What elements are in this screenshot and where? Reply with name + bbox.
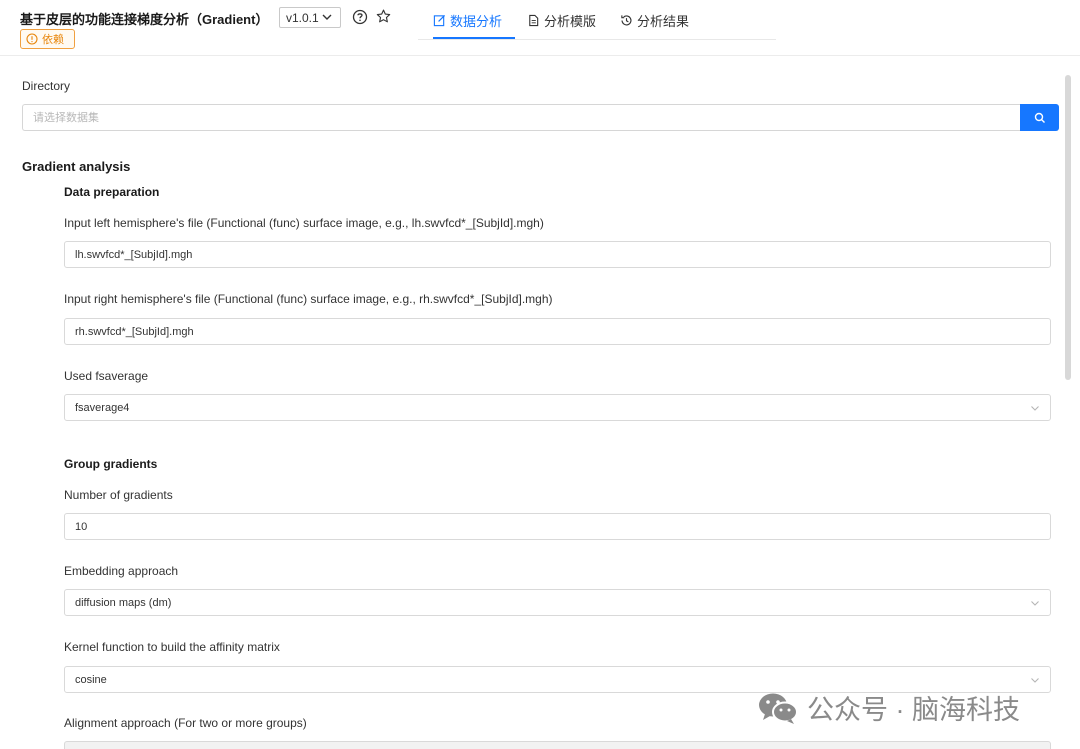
group-gradients-heading: Group gradients	[64, 457, 158, 471]
search-button[interactable]	[1020, 104, 1059, 131]
header-bar: 基于皮层的功能连接梯度分析（Gradient） v1.0.1 依赖 数据分析 分…	[0, 0, 1080, 56]
fsaverage-label: Used fsaverage	[64, 369, 149, 383]
directory-search	[22, 104, 1059, 131]
field-value: cosine	[75, 673, 107, 686]
info-circle-icon	[26, 33, 38, 45]
dependency-label: 依赖	[42, 34, 64, 46]
embedding-label: Embedding approach	[64, 564, 179, 578]
dependency-badge[interactable]: 依赖	[20, 29, 75, 49]
field-value: rh.swvfcd*_[SubjId].mgh	[75, 325, 194, 338]
file-icon	[529, 14, 539, 27]
chevron-down-icon	[1031, 406, 1039, 411]
chevron-down-icon	[1031, 601, 1039, 606]
num-gradients-label: Number of gradients	[64, 488, 173, 502]
gradient-analysis-heading: Gradient analysis	[22, 159, 131, 174]
alignment-select[interactable]	[64, 741, 1051, 749]
field-value: lh.swvfcd*_[SubjId].mgh	[75, 248, 193, 261]
tab-analysis-results[interactable]: 分析结果	[620, 11, 689, 30]
star-icon[interactable]	[375, 8, 392, 25]
dataset-search-input[interactable]	[22, 104, 1021, 131]
chevron-down-icon	[322, 14, 332, 20]
chevron-down-icon	[1031, 678, 1039, 683]
field-value: diffusion maps (dm)	[75, 596, 172, 609]
active-tab-indicator	[433, 37, 515, 39]
search-icon	[1034, 112, 1045, 123]
scrollbar[interactable]	[1065, 75, 1071, 380]
tab-bar: 数据分析 分析模版 分析结果	[418, 0, 776, 40]
field-value: 10	[75, 520, 88, 533]
left-hemisphere-label: Input left hemisphere's file (Functional…	[64, 216, 544, 230]
tab-label: 分析结果	[637, 14, 690, 29]
version-select[interactable]: v1.0.1	[279, 7, 341, 28]
tab-label: 分析模版	[544, 14, 597, 29]
tab-label: 数据分析	[450, 14, 503, 29]
watermark: 公众号 · 脑海科技	[757, 688, 1020, 727]
alignment-label: Alignment approach (For two or more grou…	[64, 716, 307, 730]
field-value: fsaverage4	[75, 401, 130, 414]
watermark-text: 公众号 · 脑海科技	[807, 695, 1020, 725]
kernel-label: Kernel function to build the affinity ma…	[64, 640, 280, 654]
history-icon	[621, 15, 632, 26]
num-gradients-input[interactable]: 10	[64, 513, 1051, 540]
tab-analysis-template[interactable]: 分析模版	[527, 11, 596, 30]
data-preparation-heading: Data preparation	[64, 185, 160, 199]
right-hemisphere-label: Input right hemisphere's file (Functiona…	[64, 292, 553, 306]
wechat-icon	[759, 693, 798, 724]
embedding-select[interactable]: diffusion maps (dm)	[64, 589, 1051, 616]
edit-icon	[433, 14, 446, 27]
directory-label: Directory	[22, 79, 71, 93]
version-label: v1.0.1	[286, 10, 319, 25]
tab-data-analysis[interactable]: 数据分析	[433, 11, 502, 30]
fsaverage-select[interactable]: fsaverage4	[64, 394, 1051, 421]
left-hemisphere-input[interactable]: lh.swvfcd*_[SubjId].mgh	[64, 241, 1051, 268]
app-title: 基于皮层的功能连接梯度分析（Gradient）	[20, 12, 269, 27]
right-hemisphere-input[interactable]: rh.swvfcd*_[SubjId].mgh	[64, 318, 1051, 345]
help-icon[interactable]	[352, 9, 368, 25]
